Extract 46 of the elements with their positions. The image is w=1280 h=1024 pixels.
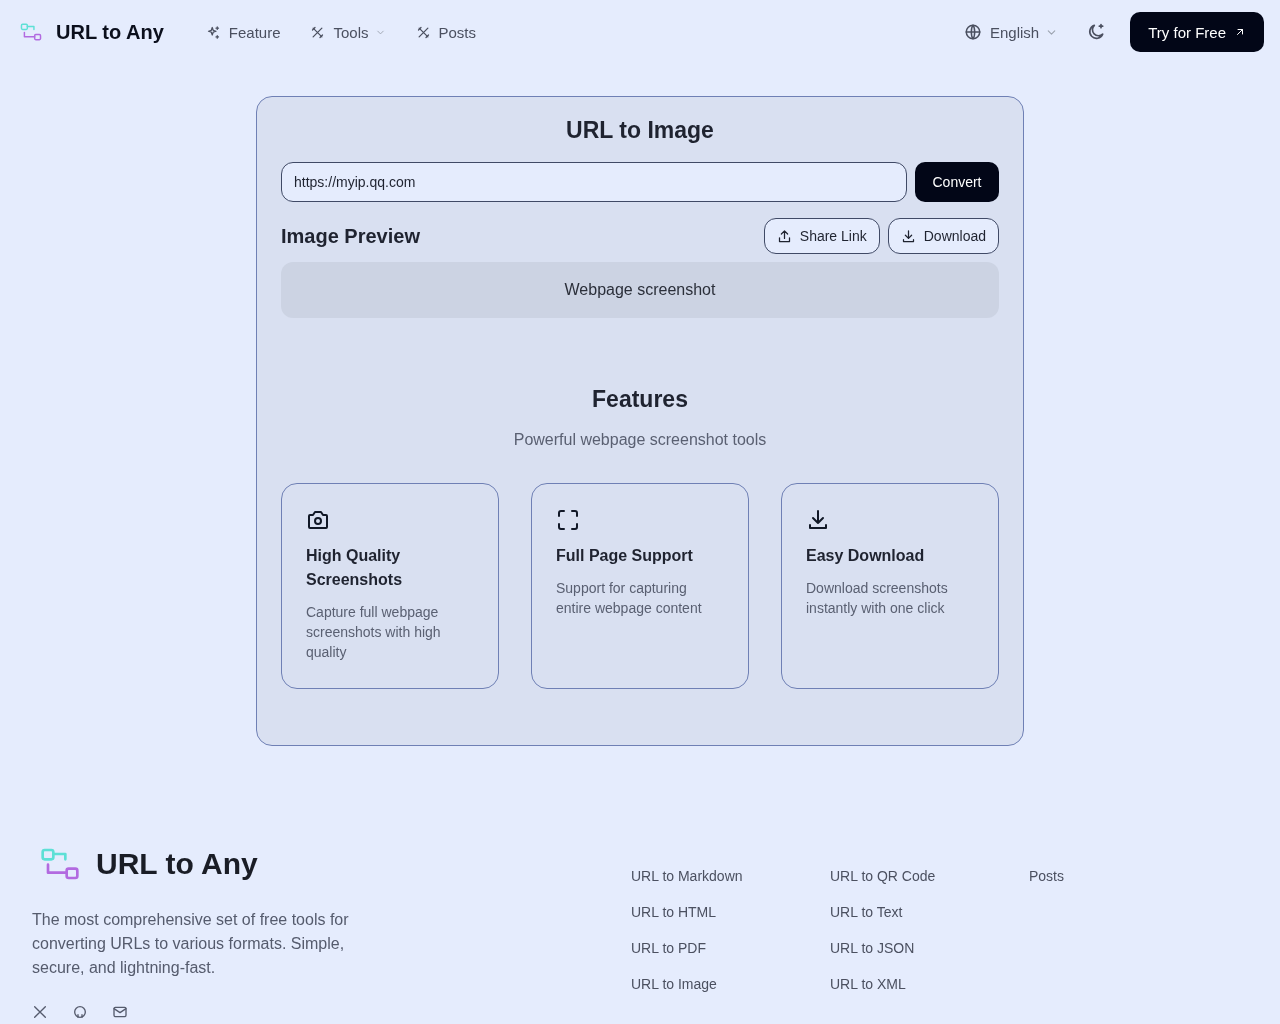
download-icon [806,508,830,532]
x-icon [32,1004,48,1020]
section-title: Image Preview [281,224,420,248]
footer-link[interactable]: URL to HTML [631,902,830,922]
try-free-button[interactable]: Try for Free [1130,12,1264,52]
footer-link[interactable]: URL to QR Code [830,866,1029,886]
feature-title: Full Page Support [556,546,694,566]
footer-link[interactable]: URL to JSON [830,938,1029,958]
tools-icon [415,24,431,40]
footer-link[interactable]: URL to PDF [631,938,830,958]
footer-link[interactable]: URL to Image [631,974,830,994]
footer-tagline: The most comprehensive set of free tools for converting URLs to various formats. Simple, secure, and lightning-fast. [32,910,350,978]
camera-icon [306,508,330,532]
footer-link[interactable]: URL to XML [830,974,1029,994]
feature-description: Download screenshots instantly with one click [806,579,949,618]
fullscreen-icon [556,508,580,532]
share-link-button[interactable]: Share Link [763,218,880,254]
footer-link[interactable]: URL to Markdown [631,866,830,886]
feature-title: Easy Download [806,546,926,566]
nav-link[interactable]: Tools [308,19,388,45]
download-icon [900,228,916,244]
tools-icon [310,24,326,40]
feature-description: Capture full webpage screenshots with high quality [306,603,442,662]
logo-icon [20,21,42,43]
download-button[interactable]: Download [887,218,999,254]
mail-icon [112,1004,128,1020]
section-title: Features [591,386,689,413]
feature-description: Support for capturing entire webpage content [556,579,703,618]
sparkle-icon [205,24,221,40]
section-subtitle: Powerful webpage screenshot tools [512,431,768,449]
brand-name: URL to Any [56,20,164,44]
footer-link[interactable]: Posts [1029,866,1228,886]
footer-brand: URL to Any [96,847,258,881]
url-field[interactable]: https://myip.qq.com [281,162,907,202]
footer-link[interactable]: URL to Text [830,902,1029,922]
globe-icon [964,23,982,41]
preview-placeholder-text: Webpage screenshot [564,281,716,299]
nav-link[interactable]: Feature [203,19,283,45]
nav-link[interactable]: Posts [413,19,479,45]
convert-button[interactable]: Convert [915,162,999,202]
brand-link[interactable]: URL to Any [20,20,164,44]
arrow-up-right-icon [1234,26,1246,38]
tool-title: URL to Image [565,117,715,144]
share-icon [776,228,792,244]
feature-title: High Quality Screenshots [306,546,404,590]
language-select[interactable]: English [956,17,1067,47]
